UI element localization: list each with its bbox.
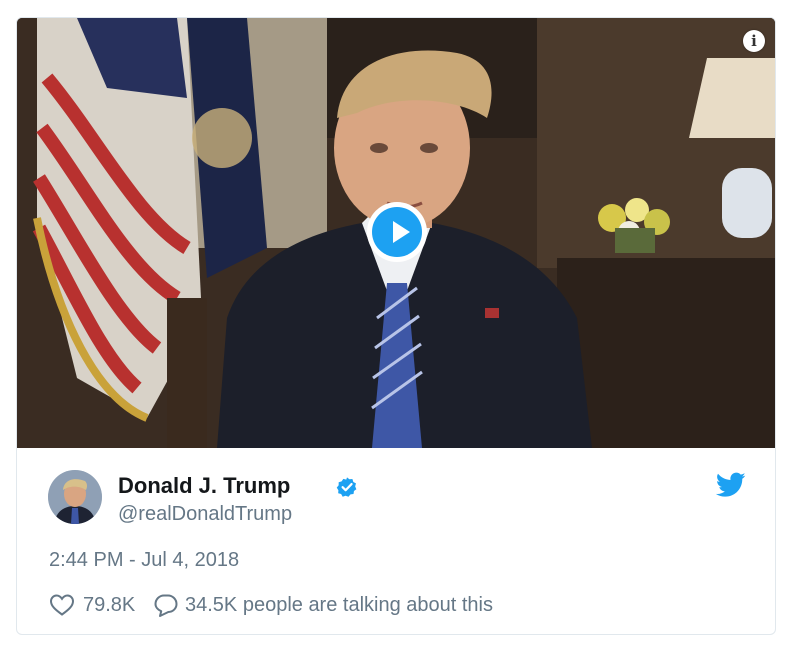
tweet-author-header: Donald J. Trump @realDonaldTrump <box>48 470 748 526</box>
conversation-count[interactable]: 34.5K people are talking about this <box>185 594 493 617</box>
play-button[interactable] <box>367 202 427 262</box>
verified-badge-icon <box>336 477 357 497</box>
embedded-tweet-card: i Donald J. Trump @realDonaldTrump 2:44 … <box>16 17 776 635</box>
video-player[interactable]: i <box>17 18 775 448</box>
tweet-actions: 79.8K 34.5K people are talking about thi… <box>49 591 749 619</box>
avatar-image <box>48 470 102 524</box>
reply-bubble-icon[interactable] <box>153 593 179 617</box>
avatar[interactable] <box>48 470 102 524</box>
info-icon[interactable]: i <box>743 30 765 52</box>
tweet-timestamp[interactable]: 2:44 PM - Jul 4, 2018 <box>49 549 239 572</box>
twitter-bird-icon[interactable] <box>716 472 746 498</box>
heart-icon[interactable] <box>49 593 75 617</box>
play-icon <box>372 207 422 257</box>
like-count[interactable]: 79.8K <box>83 594 135 617</box>
author-display-name[interactable]: Donald J. Trump <box>118 473 290 499</box>
author-handle[interactable]: @realDonaldTrump <box>118 503 292 526</box>
